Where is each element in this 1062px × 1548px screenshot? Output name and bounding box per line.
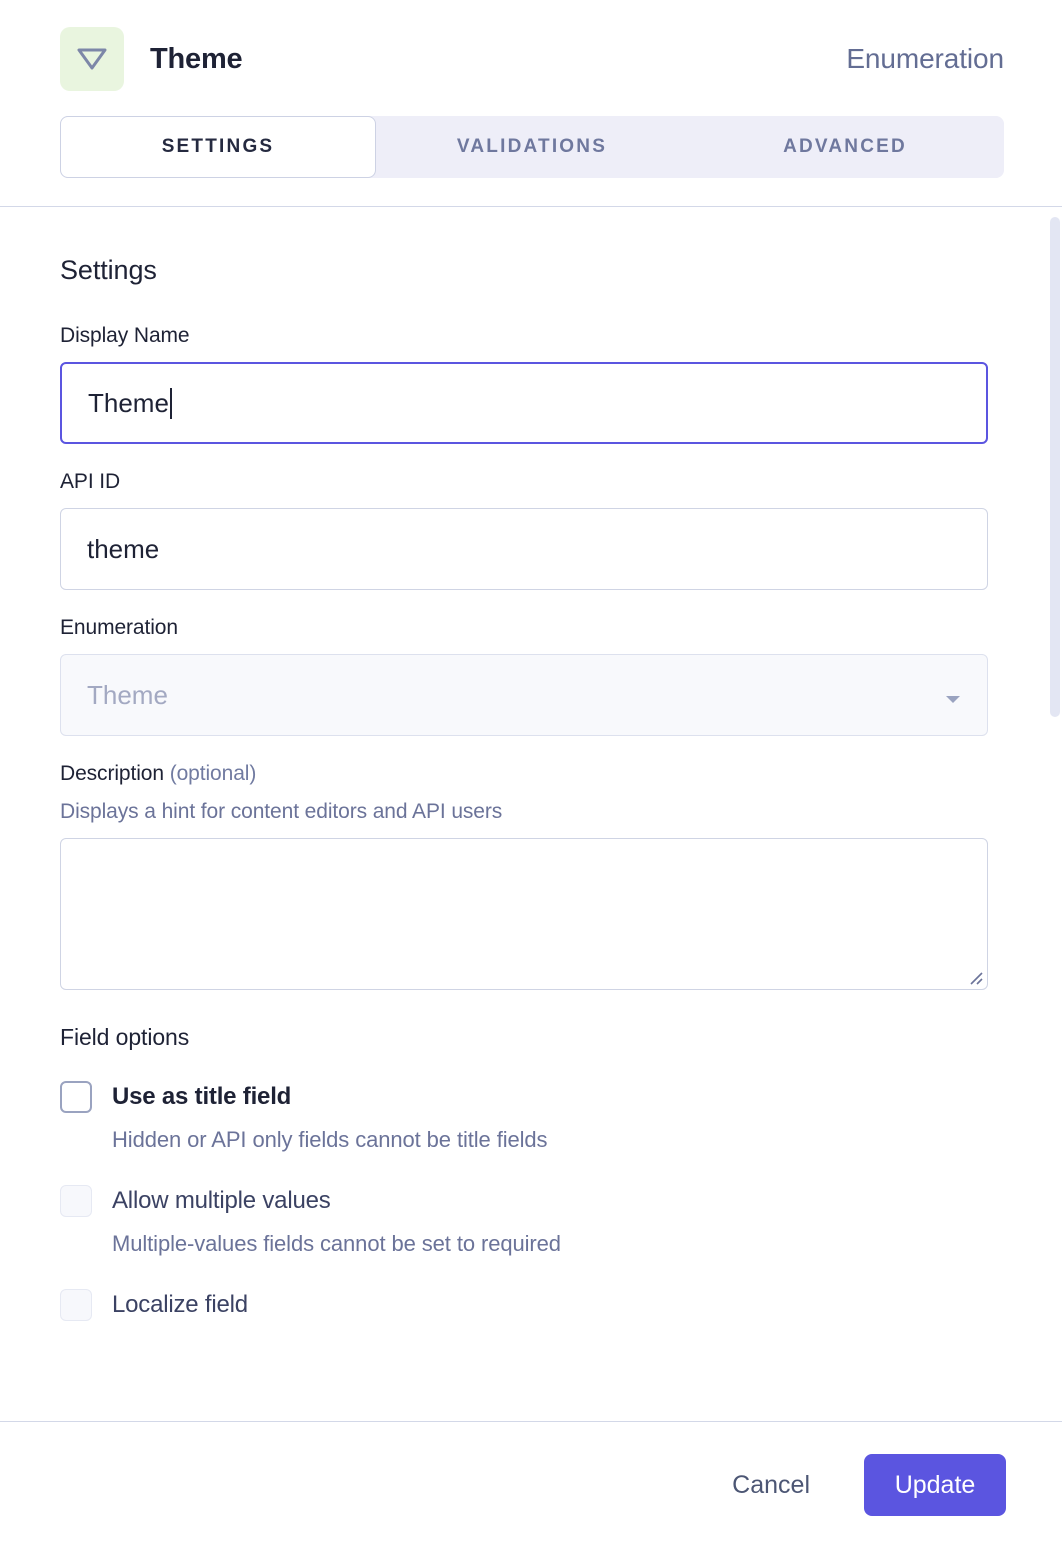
checkbox-use-as-title-field[interactable] [60, 1081, 92, 1113]
settings-scroll-region: Settings Display Name Theme API ID theme… [0, 207, 1062, 1421]
option-hint: Multiple-values fields cannot be set to … [112, 1231, 561, 1256]
option-head: Allow multiple values [60, 1185, 1002, 1217]
settings-scrollbar[interactable] [1048, 207, 1062, 1421]
api-id-input[interactable]: theme [60, 508, 988, 590]
api-id-label: API ID [60, 470, 121, 493]
header-top-row: Theme Enumeration [60, 27, 1004, 91]
enumeration-value: Theme [87, 679, 168, 710]
display-name-input[interactable]: Theme [60, 362, 988, 444]
display-name-field-group: Display Name Theme [60, 324, 1002, 444]
option-label: Allow multiple values [112, 1187, 331, 1214]
option-allow-multiple-values: Allow multiple values Multiple-values fi… [60, 1185, 1002, 1257]
description-field-group: Description (optional) Displays a hint f… [60, 762, 1002, 990]
description-hint: Displays a hint for content editors and … [60, 800, 503, 823]
update-button[interactable]: Update [864, 1454, 1006, 1516]
settings-section-title: Settings [60, 255, 157, 285]
option-hint: Hidden or API only fields cannot be titl… [112, 1127, 548, 1152]
page-title: Theme [150, 42, 243, 75]
option-label: Localize field [112, 1291, 248, 1318]
display-name-value: Theme [88, 387, 169, 418]
option-use-as-title-field: Use as title field Hidden or API only fi… [60, 1081, 1002, 1153]
text-cursor [169, 387, 172, 419]
description-label: Description (optional) [60, 762, 1002, 786]
option-head: Localize field [60, 1289, 1002, 1321]
display-name-label: Display Name [60, 324, 190, 347]
field-type-label: Enumeration [846, 43, 1004, 74]
tab-validations[interactable]: VALIDATIONS [376, 116, 688, 178]
option-localize-field: Localize field [60, 1289, 1002, 1321]
field-options-title: Field options [60, 1024, 190, 1050]
tab-bar: SETTINGS VALIDATIONS ADVANCED [60, 116, 1004, 178]
resize-handle-icon[interactable] [965, 967, 983, 985]
option-head: Use as title field [60, 1081, 1002, 1113]
modal-footer: Cancel Update [0, 1421, 1062, 1548]
chevron-down-icon [945, 680, 961, 711]
scrollbar-thumb[interactable] [1050, 217, 1060, 717]
tab-advanced[interactable]: ADVANCED [688, 116, 1002, 178]
description-textarea[interactable] [60, 838, 988, 990]
option-label: Use as title field [112, 1083, 292, 1110]
settings-panel: Settings Display Name Theme API ID theme… [0, 207, 1062, 1421]
enumeration-triangle-icon [60, 27, 124, 91]
field-settings-modal: Theme Enumeration SETTINGS VALIDATIONS A… [0, 0, 1062, 1548]
checkbox-allow-multiple-values[interactable] [60, 1185, 92, 1217]
description-optional-text: (optional) [169, 762, 257, 785]
enumeration-select[interactable]: Theme [60, 654, 988, 736]
api-id-field-group: API ID theme [60, 470, 1002, 590]
api-id-value: theme [87, 533, 160, 564]
tab-settings[interactable]: SETTINGS [60, 116, 376, 178]
modal-header: Theme Enumeration SETTINGS VALIDATIONS A… [0, 0, 1062, 207]
description-label-text: Description [60, 762, 164, 785]
enumeration-label: Enumeration [60, 616, 178, 639]
cancel-button[interactable]: Cancel [714, 1457, 828, 1514]
checkbox-localize-field[interactable] [60, 1289, 92, 1321]
enumeration-field-group: Enumeration Theme [60, 616, 1002, 736]
